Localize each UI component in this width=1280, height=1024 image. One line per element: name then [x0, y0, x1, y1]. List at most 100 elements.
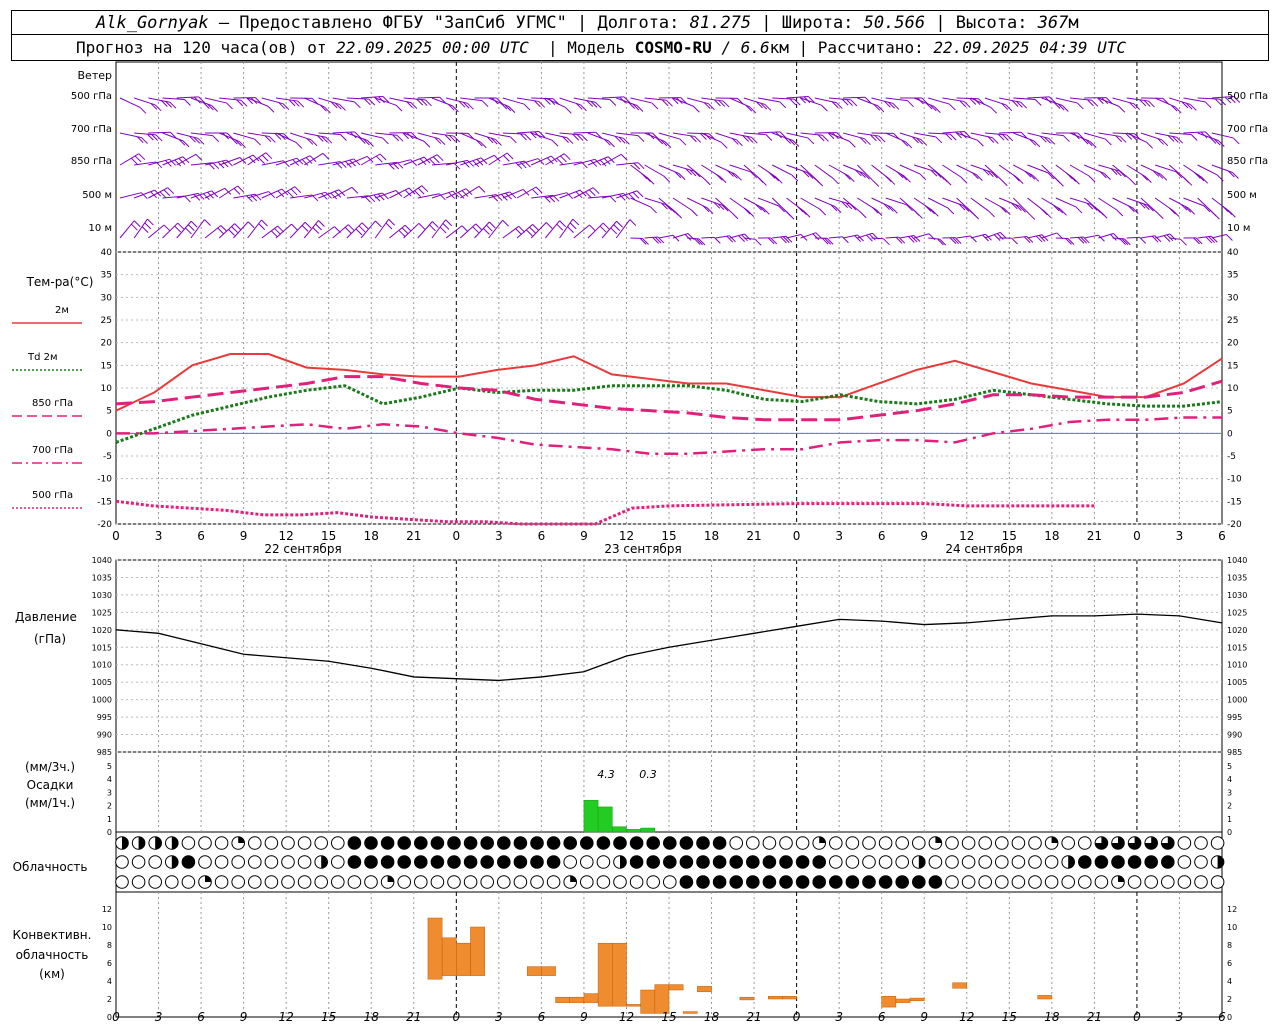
- conv-xtick: 3: [835, 1010, 843, 1024]
- wind-level-label: 500 м: [82, 190, 112, 201]
- wind-barb-feather: [351, 186, 359, 194]
- press-unit: (гПа): [34, 632, 66, 646]
- temp-xtick: 9: [580, 529, 588, 543]
- wind-barb-feather: [1118, 105, 1126, 113]
- wind-barb: [1069, 164, 1090, 177]
- wind-barb-feather: [234, 223, 241, 230]
- cloud-cell: [181, 836, 196, 850]
- cloud-fill: [812, 855, 826, 869]
- precip-ytick: 4: [1227, 775, 1232, 784]
- cloud-fill: [480, 836, 494, 850]
- conv-bar: [682, 1011, 698, 1014]
- wind-barb-feather: [133, 220, 141, 228]
- wind-barb-feather: [713, 237, 721, 244]
- conv-xtick: 18: [1044, 1010, 1060, 1024]
- wind-barb-feather: [267, 105, 275, 113]
- wind-barb: [1140, 197, 1158, 214]
- cloud-cell: [779, 836, 793, 850]
- precip-ytick: 3: [107, 788, 112, 797]
- wind-barb: [1211, 234, 1227, 239]
- wind-barb-feather: [668, 206, 676, 213]
- conv-ytick: 10: [1227, 923, 1237, 932]
- wind-barb-feather: [872, 180, 880, 187]
- wind-barb-feather: [304, 221, 312, 229]
- press-ytick: 1015: [1227, 643, 1247, 652]
- cloud-cell: [895, 855, 910, 869]
- cloud-cell: [297, 875, 312, 889]
- wind-barb-feather: [693, 105, 700, 113]
- wind-barb-feather: [652, 237, 659, 244]
- cloud-fill: [1068, 855, 1075, 869]
- wind-barb-feather: [556, 223, 564, 231]
- cloud-fill: [414, 855, 428, 869]
- cloud-cell: [945, 855, 959, 869]
- cloud-cell: [214, 855, 229, 869]
- legend-label-0: 2м: [55, 305, 69, 316]
- temp-ytick: 35: [101, 271, 112, 281]
- wind-barb-feather: [144, 222, 152, 230]
- press-ytick: 1035: [1227, 573, 1247, 582]
- cloud-fill: [746, 875, 760, 889]
- wind-barb-feather: [258, 157, 265, 164]
- cloud-cell: [248, 875, 262, 889]
- wind-barb-feather: [821, 104, 828, 112]
- cloud-fill: [613, 836, 627, 850]
- wind-barb-feather: [286, 190, 294, 198]
- press-ytick: 990: [97, 731, 112, 740]
- wind-barb-feather: [610, 227, 618, 235]
- cloud-fill: [895, 875, 909, 889]
- cloud-cell: [1011, 855, 1026, 869]
- temp-ytick: 30: [101, 293, 113, 303]
- conv-bar: [526, 966, 542, 976]
- wind-barb-feather: [592, 187, 600, 195]
- cloud-title: Облачность: [13, 860, 88, 874]
- wind-barb-feather: [1016, 177, 1024, 184]
- cloud-fill: [155, 836, 162, 850]
- conv-bar: [640, 989, 656, 1014]
- wind-barb: [417, 96, 440, 99]
- wind-barb-feather: [404, 224, 412, 232]
- temp-xtick: 9: [240, 529, 248, 543]
- press-ytick: 985: [1227, 748, 1242, 757]
- cloud-fill: [763, 855, 776, 869]
- temp-ytick: 5: [1227, 407, 1233, 417]
- conv-bar: [427, 917, 443, 980]
- conv-ytick: 12: [102, 905, 112, 914]
- wind-barb-feather: [130, 157, 138, 165]
- conv-xtick: 9: [580, 1010, 588, 1024]
- temp-xtick: 12: [619, 529, 634, 543]
- cloud-cell: [347, 875, 362, 889]
- cloud-cell: [1011, 875, 1026, 889]
- wind-barb-feather: [888, 178, 896, 185]
- wind-barb-feather: [139, 106, 147, 114]
- wind-barb: [856, 164, 874, 181]
- wind-barb-feather: [589, 224, 596, 232]
- cloud-cell: [1061, 875, 1075, 889]
- temp-ytick: -10: [97, 475, 112, 485]
- wind-barb-feather: [772, 174, 780, 182]
- conv-bar: [441, 937, 457, 976]
- wind-barb-feather: [436, 154, 444, 162]
- conv-xtick: 15: [1002, 1010, 1017, 1024]
- wind-barb-feather: [1093, 206, 1101, 213]
- conv-xtick: 6: [197, 1010, 205, 1024]
- cloud-fill: [630, 836, 643, 850]
- wind-level-label: 850 гПа: [71, 156, 112, 167]
- wind-barb: [502, 225, 520, 239]
- cloud-cell: [596, 875, 611, 889]
- conv-bar: [668, 984, 684, 991]
- temp-ytick: 25: [101, 316, 112, 326]
- wind-barb-feather: [438, 138, 446, 146]
- wind-barb-feather: [819, 208, 827, 216]
- temp-xtick: 21: [1087, 529, 1102, 543]
- press-ytick: 1010: [1227, 661, 1247, 670]
- wind-barb-feather: [167, 187, 175, 195]
- cloud-cell: [264, 875, 279, 889]
- wind-barb-feather: [228, 229, 235, 236]
- wind-barb-feather: [261, 219, 268, 227]
- wind-barb: [445, 225, 463, 239]
- cloud-cell: [115, 855, 129, 869]
- conv-bar: [952, 982, 968, 989]
- cloud-cell: [1194, 875, 1208, 889]
- cloud-cell: [314, 875, 329, 889]
